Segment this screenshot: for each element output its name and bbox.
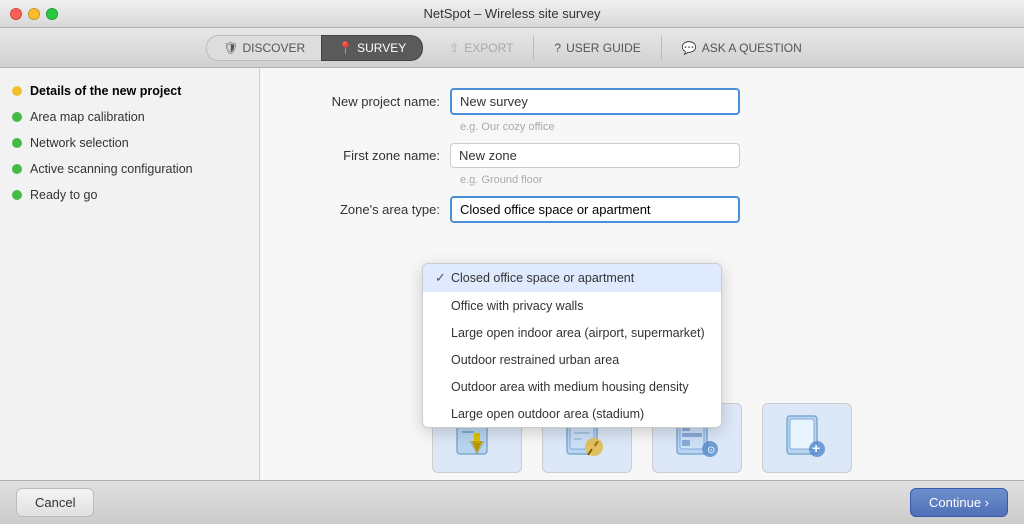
map-option-label-blank: Blank map — [779, 479, 836, 480]
sidebar-label-network: Network selection — [30, 136, 129, 150]
dropdown-label-0: Closed office space or apartment — [451, 271, 634, 285]
dropdown-item-1[interactable]: Office with privacy walls — [423, 292, 721, 319]
ask-question-label: ASK A QUESTION — [702, 41, 802, 55]
discover-icon: 🛡 — [223, 41, 238, 55]
export-action[interactable]: ⇧ EXPORT — [433, 35, 529, 61]
project-name-row: New project name: — [290, 88, 994, 115]
toolbar-sep2 — [661, 36, 662, 60]
dropdown-label-4: Outdoor area with medium housing density — [451, 380, 689, 394]
dot-area — [12, 112, 22, 122]
dropdown-item-0[interactable]: ✓ Closed office space or apartment — [423, 264, 721, 292]
export-icon: ⇧ — [449, 41, 459, 55]
zone-name-hint: e.g. Ground floor — [460, 174, 994, 186]
continue-button[interactable]: Continue › — [910, 488, 1008, 517]
zone-type-label: Zone's area type: — [290, 202, 450, 217]
dropdown-item-3[interactable]: Outdoor restrained urban area — [423, 346, 721, 373]
minimize-button[interactable] — [28, 8, 40, 20]
user-guide-label: USER GUIDE — [566, 41, 641, 55]
map-option-label-sample: Sample map — [663, 479, 730, 480]
zone-type-dropdown: ✓ Closed office space or apartment Offic… — [422, 263, 722, 428]
nav-group: 🛡 DISCOVER 📍 SURVEY — [206, 35, 423, 61]
toolbar: 🛡 DISCOVER 📍 SURVEY ⇧ EXPORT ? USER GUID… — [0, 28, 1024, 68]
toolbar-sep1 — [533, 36, 534, 60]
project-name-input[interactable] — [450, 88, 740, 115]
survey-label: SURVEY — [357, 41, 406, 55]
zone-type-select[interactable]: Closed office space or apartment Office … — [450, 196, 740, 223]
ask-question-icon: 💬 — [682, 41, 697, 55]
maximize-button[interactable] — [46, 8, 58, 20]
titlebar: NetSpot – Wireless site survey — [0, 0, 1024, 28]
dot-network — [12, 138, 22, 148]
user-guide-icon: ? — [554, 41, 561, 55]
sidebar-item-area[interactable]: Area map calibration — [12, 108, 247, 126]
dropdown-label-3: Outdoor restrained urban area — [451, 353, 619, 367]
content-area: New project name: e.g. Our cozy office F… — [260, 68, 1024, 480]
export-label: EXPORT — [464, 41, 513, 55]
close-button[interactable] — [10, 8, 22, 20]
check-icon-1 — [435, 298, 451, 313]
zone-name-input[interactable] — [450, 143, 740, 168]
dropdown-label-5: Large open outdoor area (stadium) — [451, 407, 644, 421]
dropdown-label-1: Office with privacy walls — [451, 299, 583, 313]
main-layout: Details of the new project Area map cali… — [0, 68, 1024, 480]
dropdown-item-4[interactable]: Outdoor area with medium housing density — [423, 373, 721, 400]
map-option-label-draw: Draw it — [568, 479, 605, 480]
check-icon-2 — [435, 325, 451, 340]
zone-name-label: First zone name: — [290, 148, 450, 163]
dot-ready — [12, 190, 22, 200]
sidebar-label-details: Details of the new project — [30, 84, 181, 98]
cancel-button[interactable]: Cancel — [16, 488, 94, 517]
dot-details — [12, 86, 22, 96]
sidebar-label-active: Active scanning configuration — [30, 162, 193, 176]
user-guide-action[interactable]: ? USER GUIDE — [538, 35, 656, 61]
discover-label: DISCOVER — [242, 41, 305, 55]
sidebar: Details of the new project Area map cali… — [0, 68, 260, 480]
project-name-hint: e.g. Our cozy office — [460, 121, 994, 133]
project-name-label: New project name: — [290, 94, 450, 109]
svg-text:⊙: ⊙ — [707, 445, 715, 456]
check-icon-4 — [435, 379, 451, 394]
window-controls — [10, 8, 58, 20]
window-title: NetSpot – Wireless site survey — [423, 6, 600, 21]
ask-question-action[interactable]: 💬 ASK A QUESTION — [666, 35, 818, 61]
sidebar-item-ready[interactable]: Ready to go — [12, 186, 247, 204]
dropdown-item-2[interactable]: Large open indoor area (airport, superma… — [423, 319, 721, 346]
zone-type-row: Zone's area type: Closed office space or… — [290, 196, 994, 223]
sidebar-item-details[interactable]: Details of the new project — [12, 82, 247, 100]
dropdown-label-2: Large open indoor area (airport, superma… — [451, 326, 705, 340]
sidebar-label-ready: Ready to go — [30, 188, 97, 202]
zone-name-row: First zone name: — [290, 143, 994, 168]
survey-tab[interactable]: 📍 SURVEY — [321, 35, 423, 61]
check-icon-0: ✓ — [435, 270, 451, 286]
bottom-bar: Cancel Continue › — [0, 480, 1024, 524]
map-option-img-blank: + — [762, 403, 852, 473]
dot-active — [12, 164, 22, 174]
svg-text:+: + — [812, 440, 820, 456]
discover-tab[interactable]: 🛡 DISCOVER — [206, 35, 321, 61]
sidebar-item-network[interactable]: Network selection — [12, 134, 247, 152]
dropdown-item-5[interactable]: Large open outdoor area (stadium) — [423, 400, 721, 427]
check-icon-3 — [435, 352, 451, 367]
sidebar-item-active[interactable]: Active scanning configuration — [12, 160, 247, 178]
survey-icon: 📍 — [338, 41, 353, 55]
blank-map-icon: + — [782, 413, 832, 463]
map-option-blank[interactable]: + Blank map — [762, 403, 852, 480]
sidebar-label-area: Area map calibration — [30, 110, 145, 124]
map-option-label-load: Load from file — [441, 479, 514, 480]
check-icon-5 — [435, 406, 451, 421]
